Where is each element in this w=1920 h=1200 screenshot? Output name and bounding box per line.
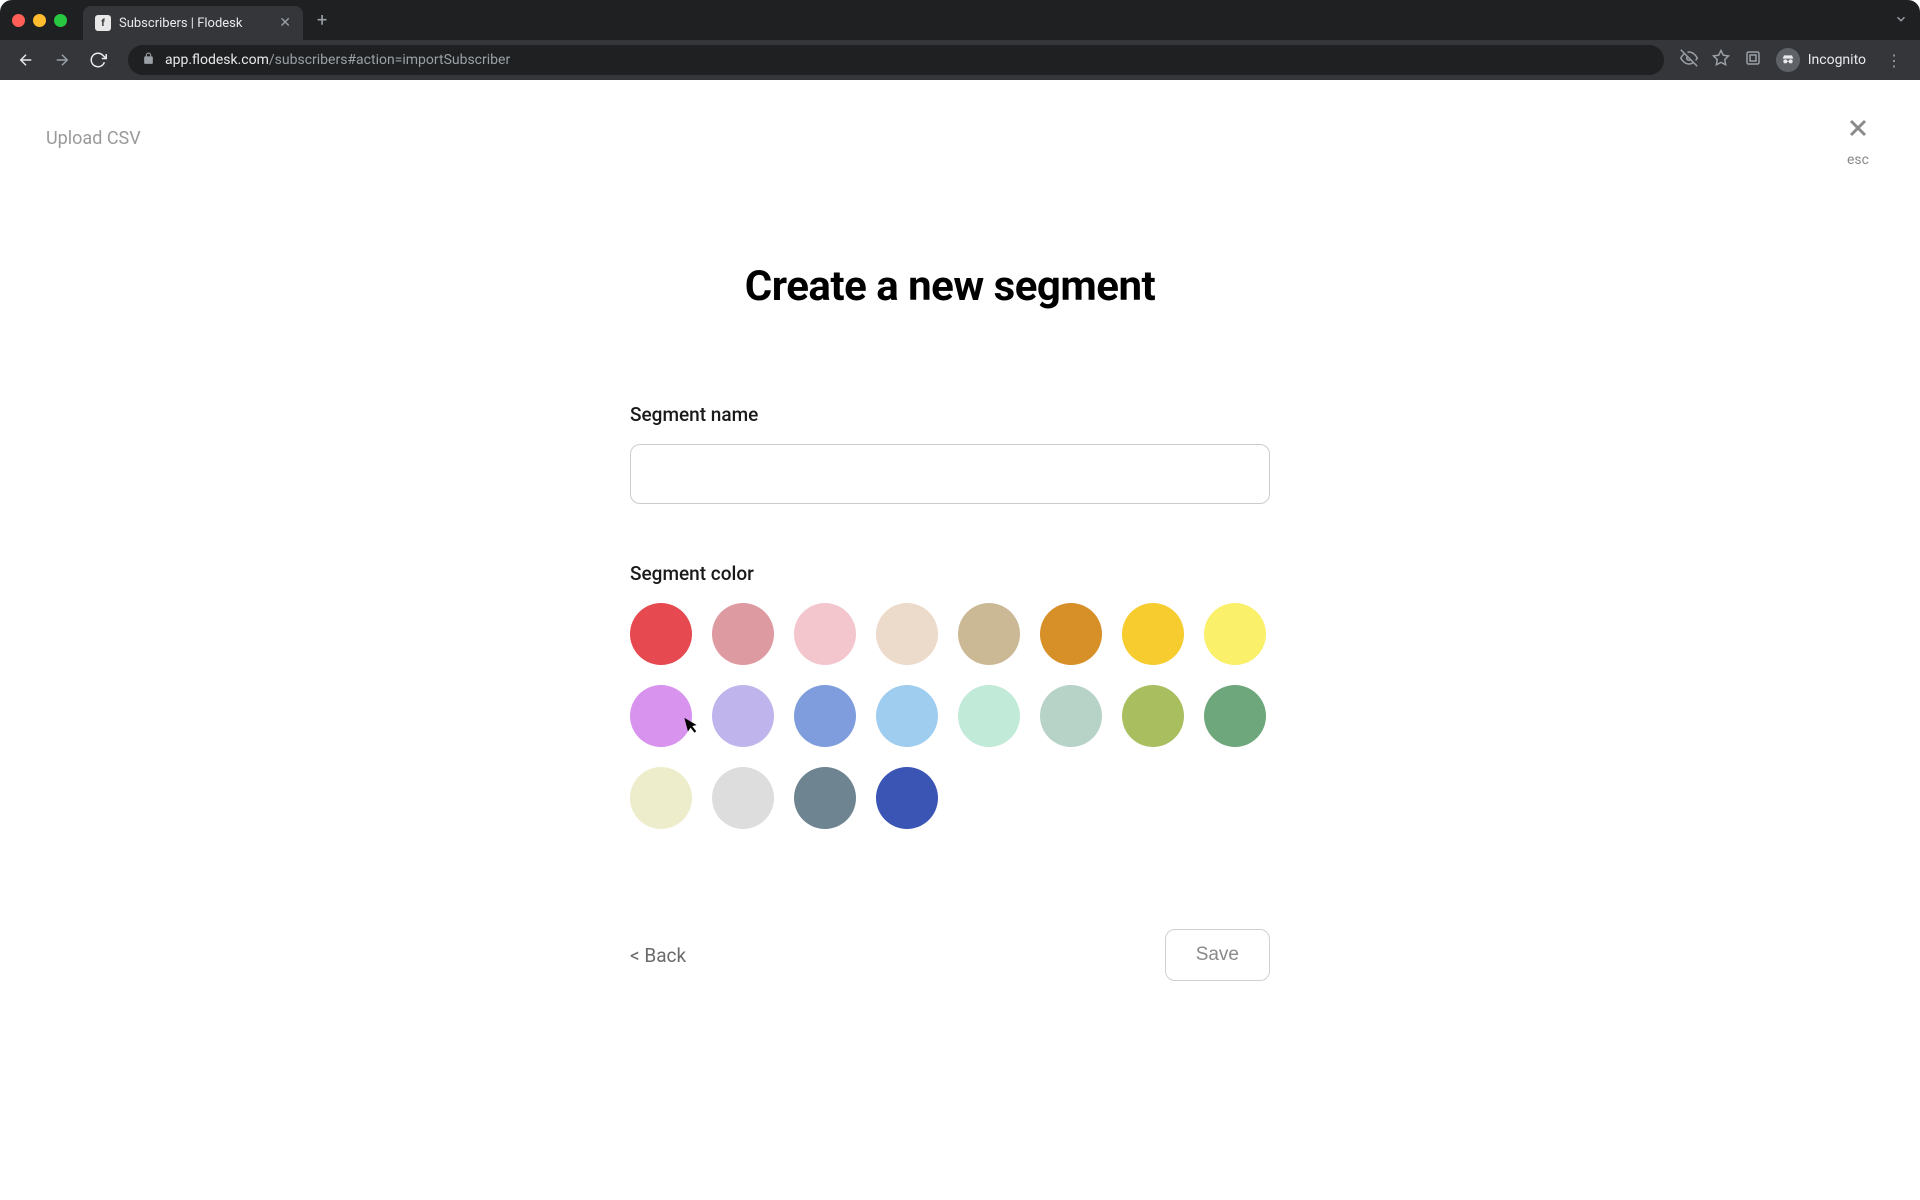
browser-menu-icon[interactable]: ⋮ <box>1880 51 1908 70</box>
color-swatch-15[interactable] <box>1204 685 1266 747</box>
color-swatch-9[interactable] <box>712 685 774 747</box>
nav-back-button[interactable] <box>12 46 40 74</box>
url-text: app.flodesk.com/subscribers#action=impor… <box>165 52 510 68</box>
color-swatch-14[interactable] <box>1122 685 1184 747</box>
color-swatch-18[interactable] <box>794 767 856 829</box>
segment-name-label: Segment name <box>630 403 1270 426</box>
tab-title: Subscribers | Flodesk <box>119 16 271 31</box>
nav-reload-button[interactable] <box>84 46 112 74</box>
nav-forward-button[interactable] <box>48 46 76 74</box>
lock-icon <box>142 52 155 69</box>
browser-toolbar: app.flodesk.com/subscribers#action=impor… <box>0 40 1920 80</box>
color-swatch-4[interactable] <box>958 603 1020 665</box>
color-swatch-6[interactable] <box>1122 603 1184 665</box>
color-swatch-grid <box>630 603 1310 829</box>
color-swatch-12[interactable] <box>958 685 1020 747</box>
color-swatch-0[interactable] <box>630 603 692 665</box>
eye-off-icon[interactable] <box>1680 49 1698 71</box>
address-bar[interactable]: app.flodesk.com/subscribers#action=impor… <box>128 45 1664 75</box>
color-swatch-17[interactable] <box>712 767 774 829</box>
tabs-dropdown-icon[interactable] <box>1894 11 1908 30</box>
segment-name-input[interactable] <box>630 444 1270 504</box>
new-tab-button[interactable]: + <box>317 10 327 31</box>
incognito-icon <box>1776 48 1800 72</box>
color-swatch-1[interactable] <box>712 603 774 665</box>
color-swatch-13[interactable] <box>1040 685 1102 747</box>
url-host: app.flodesk.com <box>165 52 269 68</box>
segment-color-label: Segment color <box>630 562 1270 585</box>
window-controls <box>12 14 67 27</box>
window-minimize-button[interactable] <box>33 14 46 27</box>
window-close-button[interactable] <box>12 14 25 27</box>
toolbar-right: Incognito ⋮ <box>1680 48 1908 72</box>
incognito-indicator[interactable]: Incognito <box>1776 48 1866 72</box>
window-maximize-button[interactable] <box>54 14 67 27</box>
color-swatch-7[interactable] <box>1204 603 1266 665</box>
save-button[interactable]: Save <box>1165 929 1270 981</box>
close-hint: esc <box>1844 152 1872 168</box>
page-title: Create a new segment <box>630 262 1270 311</box>
bookmark-star-icon[interactable] <box>1712 49 1730 71</box>
tab-close-icon[interactable]: ✕ <box>279 15 291 31</box>
url-path: /subscribers#action=importSubscriber <box>269 52 510 68</box>
modal-close-button[interactable]: esc <box>1844 114 1872 168</box>
favicon-icon: f <box>95 15 111 31</box>
close-icon <box>1844 114 1872 148</box>
form-container: Create a new segment Segment name Segmen… <box>630 80 1270 981</box>
color-swatch-8[interactable] <box>630 685 692 747</box>
form-footer: < Back Save <box>630 929 1270 981</box>
page-content: Upload CSV esc Create a new segment Segm… <box>0 80 1920 1200</box>
color-swatch-2[interactable] <box>794 603 856 665</box>
color-swatch-16[interactable] <box>630 767 692 829</box>
incognito-label: Incognito <box>1808 52 1866 68</box>
color-swatch-10[interactable] <box>794 685 856 747</box>
breadcrumb: Upload CSV <box>46 128 141 149</box>
browser-tab-strip: f Subscribers | Flodesk ✕ + <box>0 0 1920 40</box>
extensions-icon[interactable] <box>1744 49 1762 71</box>
browser-tab[interactable]: f Subscribers | Flodesk ✕ <box>83 6 303 40</box>
back-link[interactable]: < Back <box>630 944 686 967</box>
color-swatch-19[interactable] <box>876 767 938 829</box>
color-swatch-3[interactable] <box>876 603 938 665</box>
color-swatch-5[interactable] <box>1040 603 1102 665</box>
color-swatch-11[interactable] <box>876 685 938 747</box>
